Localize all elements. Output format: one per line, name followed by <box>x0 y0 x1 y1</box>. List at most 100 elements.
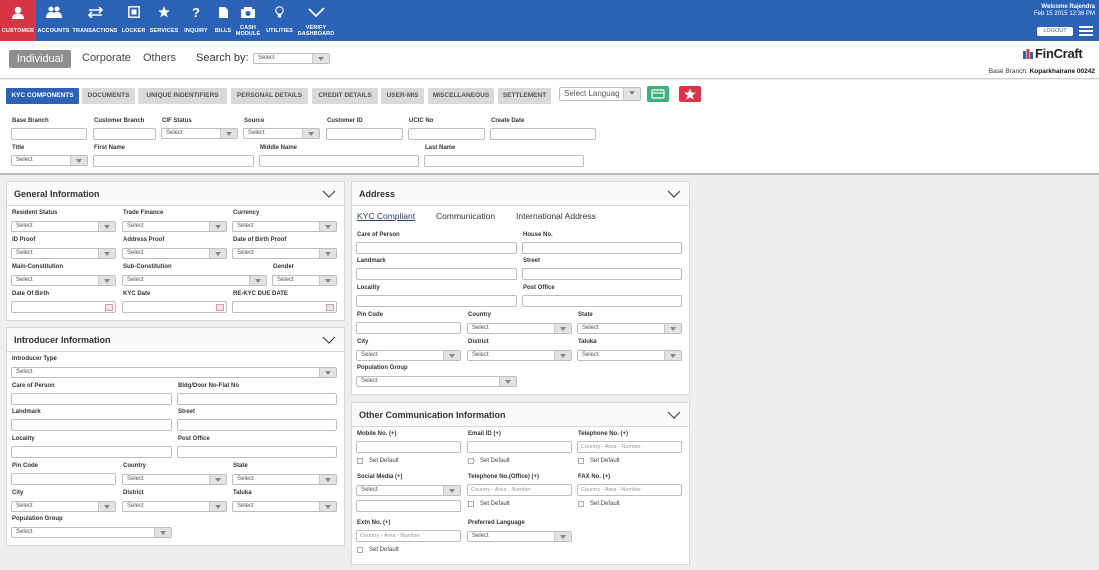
nav-services[interactable]: SERVICES <box>148 0 180 41</box>
intro-post-office-input[interactable] <box>177 446 337 458</box>
logout-button[interactable]: LOGOUT <box>1037 27 1073 36</box>
ucic-no-input[interactable] <box>408 128 485 140</box>
language-select[interactable]: Select Languag <box>559 87 641 101</box>
address-proof-select[interactable]: Select <box>122 248 227 259</box>
addr-district-select[interactable]: Select <box>467 350 572 361</box>
cif-status-select[interactable]: Select <box>161 128 238 139</box>
main-constitution-select[interactable]: Select <box>11 275 116 286</box>
kyc-date-input[interactable] <box>122 301 227 313</box>
addr-pin-input[interactable] <box>356 322 461 334</box>
telephone-input[interactable]: Country - Area - Number <box>577 441 682 453</box>
currency-select[interactable]: Select <box>232 221 337 232</box>
calendar-icon[interactable] <box>326 304 334 311</box>
social-media-input[interactable] <box>356 500 461 512</box>
tab-personal-details[interactable]: PERSONAL DETAILS <box>231 88 308 104</box>
extn-set-default-checkbox[interactable] <box>357 547 363 553</box>
intro-street-input[interactable] <box>177 419 337 431</box>
addr-country-select[interactable]: Select <box>467 323 572 334</box>
tab-documents[interactable]: DOCUMENTS <box>82 88 135 104</box>
nav-inquiry[interactable]: ? INQUIRY <box>180 0 212 41</box>
tel-office-set-default-checkbox[interactable] <box>468 501 474 507</box>
email-set-default-checkbox[interactable] <box>468 458 474 464</box>
panel-header[interactable]: Other Communication Information <box>352 403 689 427</box>
intro-landmark-input[interactable] <box>11 419 172 431</box>
favorite-button[interactable] <box>679 86 701 102</box>
last-name-input[interactable] <box>424 155 584 167</box>
panel-header[interactable]: General Information <box>7 182 344 206</box>
social-media-select[interactable]: Select <box>356 485 461 496</box>
tab-individual[interactable]: Individual <box>9 50 71 68</box>
tel-office-input[interactable]: Country - Area - Number <box>467 484 572 496</box>
intro-pin-input[interactable] <box>11 473 116 485</box>
nav-accounts[interactable]: ACCOUNTS <box>36 0 71 41</box>
tab-credit-details[interactable]: CREDIT DETAILS <box>312 88 378 104</box>
addr-locality-input[interactable] <box>356 295 517 307</box>
intro-state-select[interactable]: Select <box>232 474 337 485</box>
title-select[interactable]: Select <box>11 155 88 166</box>
chevron-down-icon[interactable] <box>667 190 681 198</box>
rekyc-due-date-input[interactable] <box>232 301 337 313</box>
preferred-language-select[interactable]: Select <box>467 531 572 542</box>
addr-city-select[interactable]: Select <box>356 350 461 361</box>
intro-locality-input[interactable] <box>11 446 172 458</box>
chevron-down-icon[interactable] <box>667 411 681 419</box>
mobile-input[interactable] <box>356 441 461 453</box>
tab-miscellaneous[interactable]: MISCELLANEOUS <box>428 88 494 104</box>
create-date-input[interactable] <box>490 128 596 140</box>
first-name-input[interactable] <box>93 155 254 167</box>
fax-set-default-checkbox[interactable] <box>578 501 584 507</box>
customer-id-input[interactable] <box>326 128 403 140</box>
gender-select[interactable]: Select <box>272 275 337 286</box>
base-branch-input[interactable] <box>11 128 87 140</box>
panel-header[interactable]: Address <box>352 182 689 206</box>
intro-country-select[interactable]: Select <box>122 474 227 485</box>
source-select[interactable]: Select <box>243 128 320 139</box>
tab-kyc-components[interactable]: KYC COMPONENTS <box>6 88 79 104</box>
hamburger-menu-icon[interactable] <box>1079 26 1093 37</box>
intro-population-select[interactable]: Select <box>11 527 172 538</box>
addr-taluka-select[interactable]: Select <box>577 350 682 361</box>
intro-bldg-input[interactable] <box>177 393 337 405</box>
telephone-set-default-checkbox[interactable] <box>578 458 584 464</box>
intro-city-select[interactable]: Select <box>11 501 116 512</box>
id-proof-select[interactable]: Select <box>11 248 116 259</box>
tab-others[interactable]: Others <box>143 52 176 64</box>
tab-unique-identifiers[interactable]: UNIQUE INDENTIFIERS <box>138 88 227 104</box>
tab-kyc-compliant[interactable]: KYC Compliant <box>357 211 415 221</box>
green-action-button[interactable] <box>647 86 669 102</box>
email-input[interactable] <box>467 441 572 453</box>
nav-verify-dashboard[interactable]: VERIFY DASHBOARD <box>297 0 335 41</box>
customer-branch-input[interactable] <box>93 128 156 140</box>
nav-locker[interactable]: LOCKER <box>119 0 148 41</box>
addr-landmark-input[interactable] <box>356 268 517 280</box>
tab-communication[interactable]: Communication <box>436 211 495 221</box>
tab-user-mis[interactable]: USER-MIS <box>381 88 424 104</box>
fax-input[interactable]: Country - Area - Number <box>577 484 682 496</box>
addr-post-office-input[interactable] <box>522 295 682 307</box>
panel-header[interactable]: Introducer Information <box>7 328 344 352</box>
introducer-type-select[interactable]: Select <box>11 367 337 378</box>
chevron-down-icon[interactable] <box>322 336 336 344</box>
trade-finance-select[interactable]: Select <box>122 221 227 232</box>
addr-care-of-input[interactable] <box>356 242 517 254</box>
nav-cash-module[interactable]: CASH MODULE <box>234 0 262 41</box>
tab-corporate[interactable]: Corporate <box>82 52 131 64</box>
resident-status-select[interactable]: Select <box>11 221 116 232</box>
sub-constitution-select[interactable]: Select <box>122 275 267 286</box>
nav-transactions[interactable]: TRANSACTIONS <box>71 0 119 41</box>
addr-population-select[interactable]: Select <box>356 376 517 387</box>
dob-input[interactable] <box>11 301 116 313</box>
middle-name-input[interactable] <box>259 155 419 167</box>
calendar-icon[interactable] <box>216 304 224 311</box>
intro-district-select[interactable]: Select <box>122 501 227 512</box>
extn-input[interactable]: Country - Area - Number <box>356 530 461 542</box>
search-by-select[interactable]: Select <box>253 53 330 64</box>
calendar-icon[interactable] <box>105 304 113 311</box>
tab-international-address[interactable]: International Address <box>516 211 596 221</box>
nav-customer[interactable]: CUSTOMER <box>0 0 36 41</box>
intro-taluka-select[interactable]: Select <box>232 501 337 512</box>
addr-street-input[interactable] <box>522 268 682 280</box>
nav-bills[interactable]: BILLS <box>212 0 234 41</box>
addr-state-select[interactable]: Select <box>577 323 682 334</box>
dob-proof-select[interactable]: Select <box>232 248 337 259</box>
